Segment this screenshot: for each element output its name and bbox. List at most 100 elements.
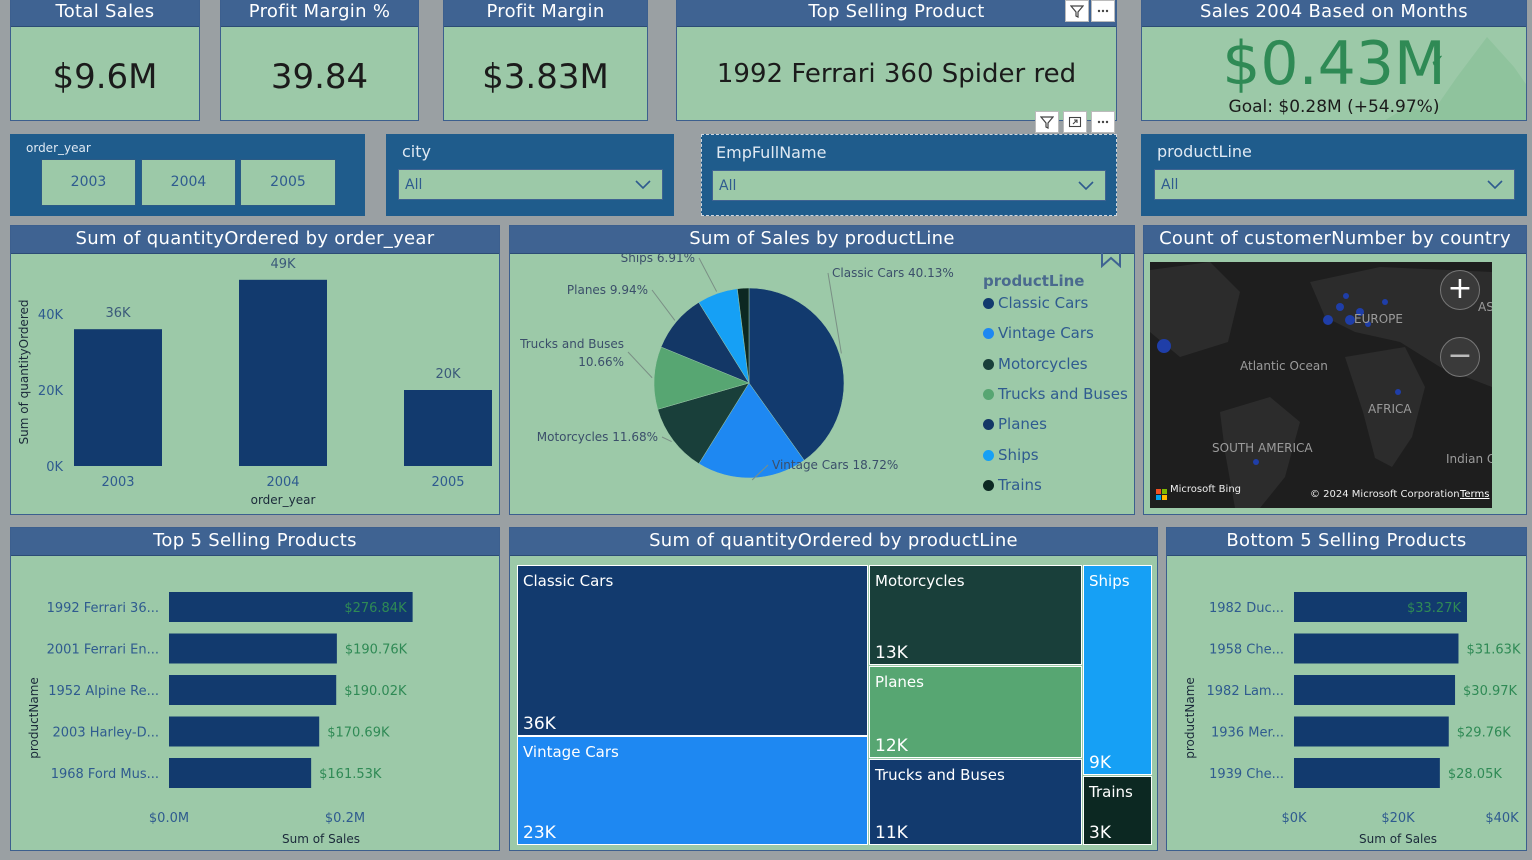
- bar-item: [1294, 716, 1449, 747]
- treemap-tile-classic-cars[interactable]: Classic Cars 36K: [517, 565, 868, 736]
- year-option-2004[interactable]: 2004: [141, 159, 236, 206]
- order-year-slicer[interactable]: order_year 2003 2004 2005: [10, 134, 365, 216]
- treemap-tile-ships[interactable]: Ships 9K: [1083, 565, 1152, 775]
- top-selling-product-value: 1992 Ferrari 360 Spider red: [716, 59, 1077, 89]
- legend-item[interactable]: Planes: [983, 415, 1047, 433]
- qty-by-year-title: Sum of quantityOrdered by order_year: [11, 226, 499, 254]
- product-line-slicer[interactable]: productLine All: [1141, 134, 1527, 216]
- profit-margin-value: $3.83M: [482, 57, 609, 97]
- bottom5-visual[interactable]: Bottom 5 Selling Products 1982 Duc... $33…: [1166, 527, 1527, 851]
- x-tick-label: $20K: [1381, 811, 1415, 826]
- legend-label: Classic Cars: [998, 294, 1089, 312]
- y-tick-label: 0K: [46, 460, 63, 475]
- profit-margin-title: Profit Margin: [444, 0, 647, 27]
- bar-item: [1294, 758, 1440, 788]
- leader-line: [661, 436, 672, 442]
- treemap-tile-motorcycles[interactable]: Motorcycles 13K: [869, 565, 1082, 665]
- treemap-tile-trains[interactable]: Trains 3K: [1083, 776, 1152, 845]
- zoom-out-icon[interactable]: −: [1440, 337, 1480, 377]
- filter-icon[interactable]: [1065, 0, 1089, 22]
- legend-item[interactable]: Motorcycles: [983, 355, 1088, 373]
- bar-data-label: $276.84K: [344, 601, 407, 616]
- chevron-down-icon: [634, 175, 652, 197]
- treemap-label: Trains: [1089, 783, 1133, 801]
- treemap-tile-planes[interactable]: Planes 12K: [869, 666, 1082, 758]
- bar-data-label: $190.76K: [345, 643, 408, 658]
- sales-2004-goal: Goal: $0.28M (+54.97%): [1228, 97, 1440, 117]
- treemap-value: 12K: [875, 736, 908, 756]
- check-icon: ✓: [1430, 51, 1446, 72]
- more-options-icon[interactable]: [1091, 0, 1115, 22]
- total-sales-value: $9.6M: [52, 57, 158, 97]
- year-option-2003[interactable]: 2003: [41, 159, 136, 206]
- qty-by-year-visual[interactable]: Sum of quantityOrdered by order_year 0K 2…: [10, 225, 500, 515]
- more-options-icon[interactable]: [1091, 111, 1115, 133]
- treemap-tile-vintage-cars[interactable]: Vintage Cars 23K: [517, 736, 868, 845]
- emp-dropdown-value: All: [719, 178, 737, 194]
- bar-data-label: 20K: [435, 367, 461, 382]
- map-terms-link[interactable]: Terms: [1460, 489, 1489, 500]
- sales-by-line-title: Sum of Sales by productLine: [510, 226, 1134, 254]
- emp-dropdown[interactable]: All: [712, 170, 1106, 201]
- city-dropdown[interactable]: All: [398, 169, 663, 200]
- pie-legend: productLine Classic Cars Vintage Cars Moto…: [983, 270, 1133, 510]
- world-map[interactable]: EUROPE Atlantic Ocean AFRICA SOUTH AMERI…: [1150, 262, 1492, 508]
- legend-item[interactable]: Vintage Cars: [983, 324, 1094, 342]
- qty-by-line-title: Sum of quantityOrdered by productLine: [510, 528, 1157, 556]
- x-axis-label: order_year: [251, 493, 316, 507]
- product-line-dropdown[interactable]: All: [1154, 169, 1515, 200]
- top5-visual[interactable]: Top 5 Selling Products 1992 Ferrari 36..…: [10, 527, 500, 851]
- y-tick-label: 2003 Harley-D...: [53, 726, 159, 741]
- sales-by-line-visual[interactable]: Sum of Sales by productLine Classic Cars…: [509, 225, 1135, 515]
- bar-item: [169, 716, 320, 747]
- legend-title: productLine: [983, 272, 1085, 290]
- chevron-down-icon: [1077, 176, 1095, 198]
- product-line-dropdown-value: All: [1161, 177, 1179, 193]
- treemap-tile-trucks-and-buses[interactable]: Trucks and Buses 11K: [869, 759, 1082, 845]
- profit-margin-pct-card[interactable]: Profit Margin % 39.84: [220, 0, 419, 121]
- qty-by-year-chart: 0K 20K 40K 36K 2003 49K 2004 20K 2005 order_year S…: [17, 257, 492, 507]
- qty-by-line-visual[interactable]: Sum of quantityOrdered by productLine Cl…: [509, 527, 1158, 851]
- sales-by-line-pie: Classic Cars 40.13% Vintage Cars 18.72% Mo…: [519, 254, 954, 481]
- focus-mode-icon[interactable]: [1063, 111, 1087, 133]
- year-option-2005[interactable]: 2005: [240, 159, 336, 206]
- y-tick-label: 1939 Che...: [1209, 767, 1284, 782]
- top-selling-product-card[interactable]: Top Selling Product 1992 Ferrari 360 Spi…: [676, 0, 1117, 121]
- leader-line: [651, 289, 676, 321]
- pie-data-label: Trucks and Buses: [519, 337, 624, 351]
- bar-data-label: $31.63K: [1466, 643, 1520, 658]
- legend-item[interactable]: Classic Cars: [983, 294, 1088, 312]
- sales-2004-card[interactable]: Sales 2004 Based on Months $0.43M ✓ Goal…: [1141, 0, 1527, 121]
- x-tick-label: $0.0M: [149, 811, 189, 826]
- city-slicer[interactable]: city All: [386, 134, 674, 216]
- legend-item[interactable]: Trains: [983, 476, 1042, 494]
- bar-item: [169, 633, 337, 664]
- filter-icon[interactable]: [1035, 111, 1059, 133]
- map-label-africa: AFRICA: [1368, 402, 1412, 416]
- city-dropdown-value: All: [405, 177, 423, 193]
- bookmark-icon[interactable]: [1100, 234, 1122, 272]
- product-line-slicer-title: productLine: [1157, 142, 1252, 161]
- chevron-down-icon: [1486, 175, 1504, 197]
- map-label-europe: EUROPE: [1354, 312, 1403, 326]
- bar-item: [169, 758, 312, 788]
- bar-2003: [74, 329, 162, 466]
- total-sales-title: Total Sales: [11, 0, 199, 27]
- zoom-in-icon[interactable]: +: [1440, 270, 1480, 310]
- legend-swatch: [983, 388, 994, 400]
- treemap-value: 23K: [523, 823, 556, 843]
- y-tick-label: 1936 Mer...: [1211, 726, 1284, 741]
- treemap-value: 36K: [523, 714, 556, 734]
- treemap-label: Vintage Cars: [523, 743, 619, 761]
- emp-slicer[interactable]: EmpFullName All: [701, 134, 1117, 216]
- legend-item[interactable]: Trucks and Buses: [983, 385, 1128, 403]
- profit-margin-card[interactable]: Profit Margin $3.83M: [443, 0, 648, 121]
- legend-item[interactable]: Ships: [983, 446, 1039, 464]
- pie-data-label: Ships 6.91%: [621, 254, 695, 265]
- treemap-label: Planes: [875, 673, 924, 691]
- total-sales-card[interactable]: Total Sales $9.6M: [10, 0, 200, 121]
- bar-data-label: $33.27K: [1407, 601, 1461, 616]
- customers-by-country-visual[interactable]: Count of customerNumber by country EUROP…: [1143, 225, 1527, 515]
- top5-title: Top 5 Selling Products: [11, 528, 499, 556]
- bar-2004: [239, 279, 327, 466]
